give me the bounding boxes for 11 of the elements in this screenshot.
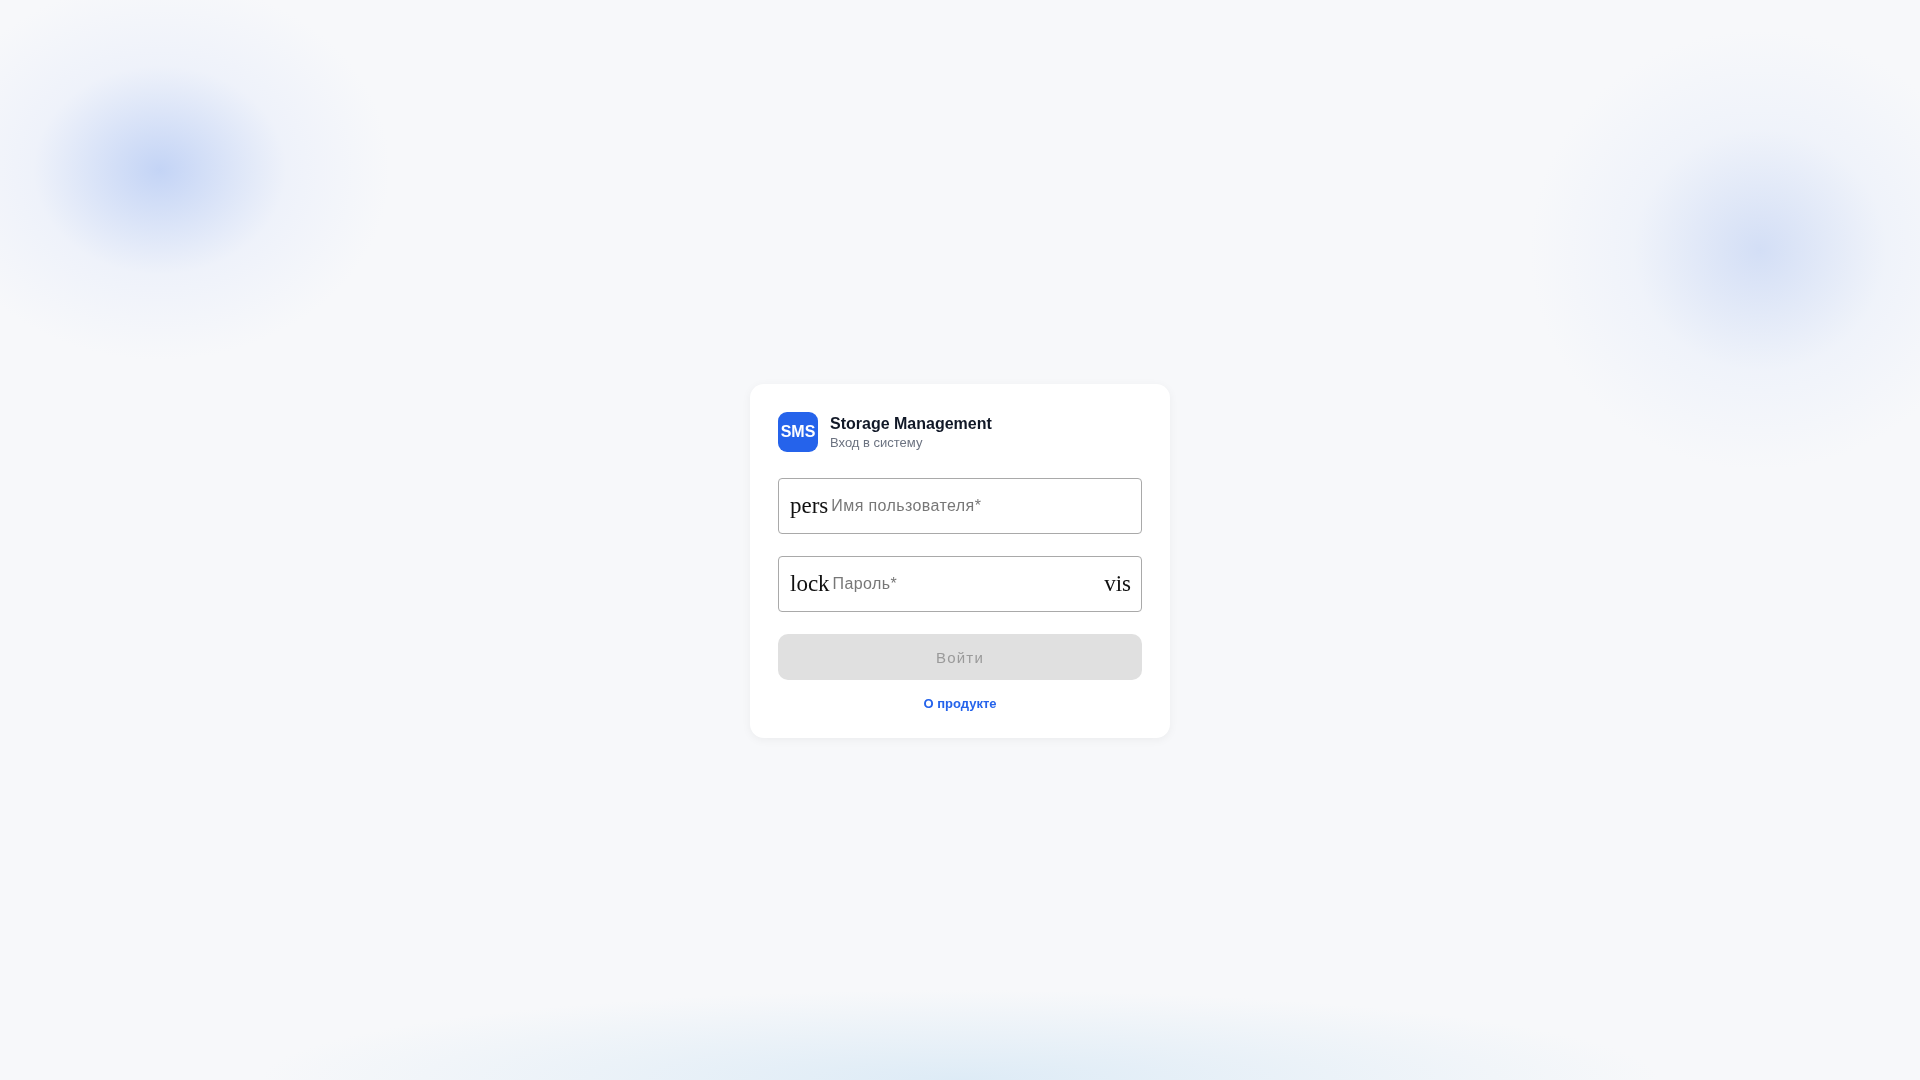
subtitle: Вход в систему xyxy=(830,434,924,450)
text-input[interactable]: Пароль* xyxy=(830,574,1101,594)
about-link[interactable]: О продукте xyxy=(923,696,997,711)
app-title: Storage Management xyxy=(830,414,992,433)
visibility-toggle[interactable]: vis xyxy=(1104,571,1131,597)
logo-badge: SMS xyxy=(778,412,818,452)
icon-fallback-text: pers xyxy=(790,493,829,519)
input-field[interactable]: lockПароль* vis xyxy=(778,556,1142,612)
text-input[interactable]: Имя пользователя* xyxy=(829,496,1131,516)
icon-fallback-text: lock xyxy=(790,571,830,597)
input-field[interactable]: pers Имя пользователя* xyxy=(778,478,1142,534)
